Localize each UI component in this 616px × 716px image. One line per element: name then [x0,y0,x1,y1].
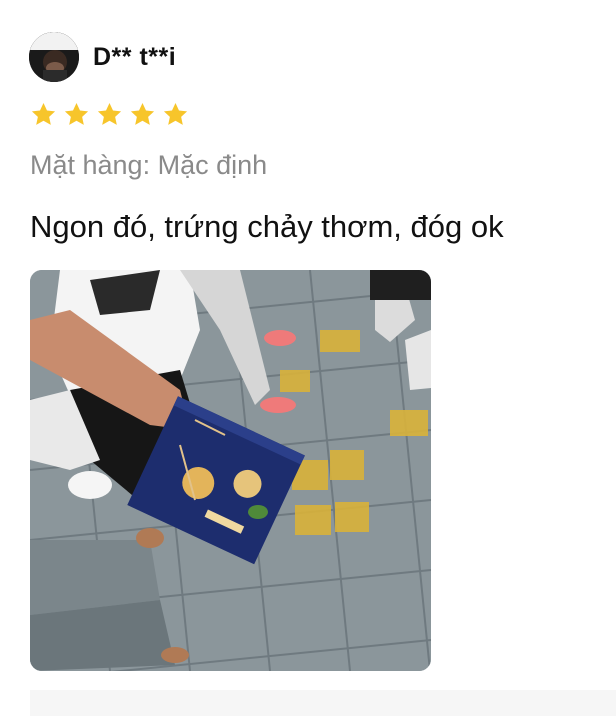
review-photo[interactable] [30,270,431,671]
star-icon [64,103,89,125]
username: D** t**i [93,42,177,71]
review-header: D** t**i [29,31,176,83]
variant-label: Mặt hàng: Mặc định [30,150,268,180]
star-icon [163,103,188,125]
star-icon [130,103,155,125]
rating-stars [30,101,189,129]
star-icon [31,103,56,125]
star-icon [97,103,122,125]
footer-divider [30,690,616,716]
review-card: D** t**i Mặt hàng: Mặc định Ngon đó, trứ… [0,0,616,716]
review-comment: Ngon đó, trứng chảy thơm, đóg ok [30,209,504,244]
user-avatar[interactable] [29,32,79,82]
